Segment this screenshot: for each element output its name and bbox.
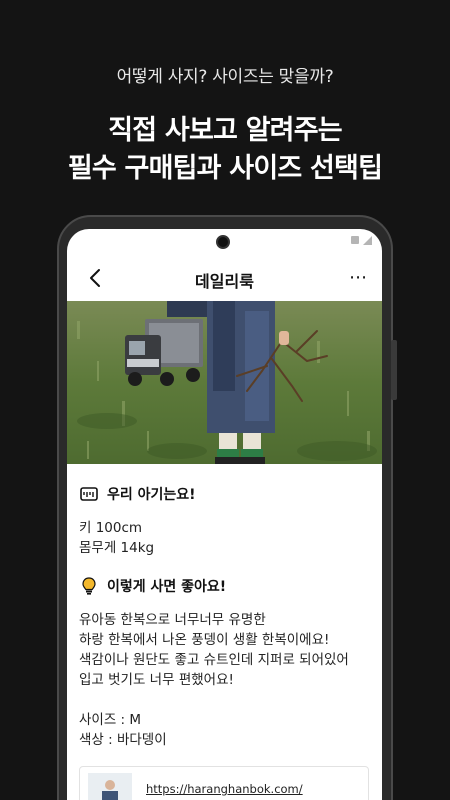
promo-title-line2: 필수 구매팁과 사이즈 선택팁 <box>67 153 383 184</box>
recommend-section-header: 이렇게 사면 좋아요! <box>79 574 374 598</box>
page-title: 데일리룩 <box>195 272 254 291</box>
link-preview-card[interactable]: https://haranghanbok.com/ <box>79 766 369 800</box>
color-info: 색상 : 바다뎅이 <box>79 732 167 748</box>
promo-title: 직접 사보고 알려주는 필수 구매팁과 사이즈 선택팁 <box>0 112 450 188</box>
phone-side-button <box>391 340 397 400</box>
daily-look-photo <box>67 301 382 464</box>
recommend-line-3: 색감이나 원단도 좋고 슈트인데 지퍼로 되어있어 <box>79 652 349 668</box>
status-bar <box>351 236 372 245</box>
promo-title-line1: 직접 사보고 알려주는 <box>108 115 342 146</box>
network-icon <box>363 236 372 245</box>
baby-weight: 몸무게 14kg <box>79 540 155 556</box>
size-info: 사이즈 : M <box>79 712 142 728</box>
recommend-line-1: 유아동 한복으로 너무너무 유명한 <box>79 612 266 628</box>
phone-screen: 데일리룩 ⋯ 우리 아기는요! 키 100cm 몸무게 14kg 이렇게 사면 … <box>67 229 382 800</box>
promo-subtitle: 어떻게 사지? 사이즈는 맞을까? <box>116 67 334 87</box>
baby-section-header: 우리 아기는요! <box>79 482 374 506</box>
link-thumbnail <box>88 773 132 800</box>
recommend-section-title: 이렇게 사면 좋아요! <box>107 579 227 595</box>
baby-height: 키 100cm <box>79 520 143 536</box>
recommend-line-2: 하랑 한복에서 나온 풍뎅이 생활 한복이에요! <box>79 632 330 648</box>
lightbulb-icon <box>82 577 96 595</box>
baby-section-title: 우리 아기는요! <box>107 487 196 503</box>
recommend-line-4: 입고 벗기도 너무 편했어요! <box>79 672 234 688</box>
signal-icon <box>351 236 359 244</box>
camera-icon <box>216 235 230 249</box>
post-content: 우리 아기는요! 키 100cm 몸무게 14kg 이렇게 사면 좋아요! 유아… <box>79 482 374 750</box>
app-header: 데일리룩 ⋯ <box>67 259 382 299</box>
link-url[interactable]: https://haranghanbok.com/ <box>146 782 303 796</box>
more-options-icon[interactable]: ⋯ <box>349 269 368 287</box>
ruler-icon <box>80 487 98 501</box>
